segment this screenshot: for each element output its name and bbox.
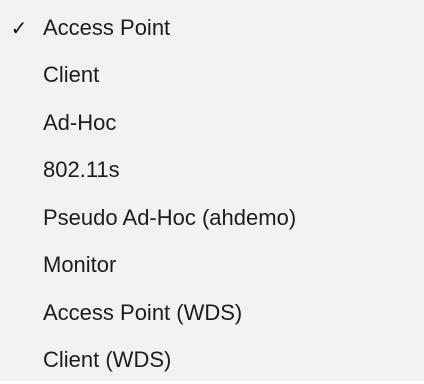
menu-item-label: Access Point bbox=[43, 15, 170, 41]
menu-item-client[interactable]: Client bbox=[0, 52, 424, 100]
menu-item-label: Pseudo Ad-Hoc (ahdemo) bbox=[43, 205, 296, 231]
menu-item-monitor[interactable]: Monitor bbox=[0, 242, 424, 290]
menu-item-label: Monitor bbox=[43, 252, 116, 278]
menu-item-access-point[interactable]: ✓ Access Point bbox=[0, 4, 424, 52]
menu-item-ad-hoc[interactable]: Ad-Hoc bbox=[0, 99, 424, 147]
menu-item-label: 802.11s bbox=[43, 157, 120, 183]
menu-item-access-point-wds[interactable]: Access Point (WDS) bbox=[0, 289, 424, 337]
menu-item-label: Access Point (WDS) bbox=[43, 300, 242, 326]
mode-dropdown-menu: ✓ Access Point Client Ad-Hoc 802.11s Pse… bbox=[0, 0, 424, 381]
menu-item-client-wds[interactable]: Client (WDS) bbox=[0, 337, 424, 384]
menu-item-pseudo-ad-hoc[interactable]: Pseudo Ad-Hoc (ahdemo) bbox=[0, 194, 424, 242]
menu-item-label: Client bbox=[43, 62, 99, 88]
checkmark-icon: ✓ bbox=[8, 16, 30, 40]
menu-item-label: Ad-Hoc bbox=[43, 110, 116, 136]
menu-item-802-11s[interactable]: 802.11s bbox=[0, 147, 424, 195]
menu-item-label: Client (WDS) bbox=[43, 347, 171, 373]
